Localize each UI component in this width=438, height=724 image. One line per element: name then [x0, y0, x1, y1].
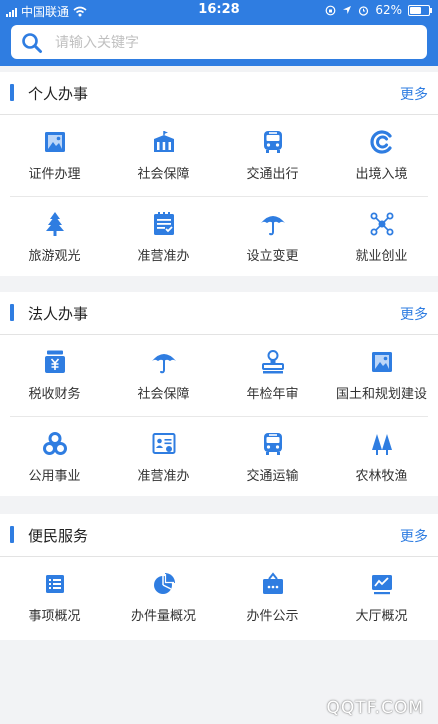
section-legal: 法人办事 更多 税收财务 社会保障 年检年审 国土和规划建设 公用事业 准营准办…	[0, 292, 438, 496]
grid-item-label: 旅游观光	[28, 249, 81, 264]
list-icon	[46, 575, 64, 593]
more-link[interactable]: 更多	[400, 304, 428, 324]
grid-item-permits-legal[interactable]: 准营准办	[109, 417, 218, 499]
grid-item-social-security-legal[interactable]: 社会保障	[109, 335, 218, 417]
search-icon	[22, 33, 42, 53]
grid-item-label: 税收财务	[28, 387, 81, 402]
grid-item-employment[interactable]: 就业创业	[327, 197, 436, 279]
battery-icon	[408, 4, 432, 16]
stamp-icon	[262, 350, 284, 374]
umbrella-icon	[261, 216, 285, 236]
grid-item-overview[interactable]: 事项概况	[0, 557, 109, 639]
battery-percent: 62%	[375, 3, 402, 17]
grid-item-label: 社会保障	[137, 387, 190, 402]
section-personal: 个人办事 更多 证件办理 社会保障 交通出行 出境入境 旅游观光 准营准办 设立…	[0, 72, 438, 276]
tax-icon	[45, 350, 65, 373]
location-icon	[343, 6, 352, 14]
grid-item-transport[interactable]: 交通出行	[218, 115, 327, 197]
exit-entry-icon	[370, 130, 392, 154]
grid-item-label: 年检年审	[246, 387, 299, 402]
watermark: QQTF.COM	[326, 698, 424, 718]
network-icon	[370, 212, 394, 236]
grid-item-tourism[interactable]: 旅游观光	[0, 197, 109, 279]
rings-icon	[43, 432, 67, 455]
grid-item-social-security[interactable]: 社会保障	[109, 115, 218, 197]
section-header: 法人办事 更多	[0, 292, 438, 335]
grid-item-label: 国土和规划建设	[335, 387, 427, 402]
grid-item-permits[interactable]: 准营准办	[109, 197, 218, 279]
section-title: 个人办事	[28, 85, 89, 103]
grid-item-label: 准营准办	[137, 469, 190, 484]
section-title: 法人办事	[28, 305, 89, 323]
bus-icon	[264, 131, 282, 153]
bus-icon	[264, 433, 282, 455]
section-header: 便民服务 更多	[0, 514, 438, 557]
more-link[interactable]: 更多	[400, 526, 428, 546]
section-header: 个人办事 更多	[0, 72, 438, 115]
certificate-icon	[152, 433, 176, 454]
landscape-icon	[372, 352, 392, 372]
building-icon	[154, 131, 174, 152]
search-box[interactable]	[11, 25, 427, 59]
grid-item-label: 办件量概况	[130, 609, 196, 624]
grid-item-agriculture[interactable]: 农林牧渔	[327, 417, 436, 499]
grid-item-label: 交通运输	[246, 469, 299, 484]
grid-item-label: 设立变更	[246, 249, 299, 264]
search-input[interactable]	[53, 31, 417, 55]
status-bar: 中国联通 16:28 62%	[0, 0, 438, 20]
grid-item-label: 社会保障	[137, 167, 190, 182]
grid-item-label: 证件办理	[28, 167, 81, 182]
search-bar	[0, 20, 438, 66]
checklist-icon	[154, 212, 174, 235]
grid-item-case-volume[interactable]: 办件量概况	[109, 557, 218, 639]
umbrella-icon	[152, 354, 176, 374]
grid-item-label: 大厅概况	[355, 609, 408, 624]
grid-item-label: 出境入境	[355, 167, 408, 182]
grid-item-label: 事项概况	[28, 609, 81, 624]
grid-item-label: 公用事业	[28, 469, 81, 484]
pie-chart-icon	[154, 573, 175, 594]
grid-item-utilities[interactable]: 公用事业	[0, 417, 109, 499]
grid-item-label: 交通出行	[246, 167, 299, 182]
grid-item-id-card[interactable]: 证件办理	[0, 115, 109, 197]
grid-item-exit-entry[interactable]: 出境入境	[327, 115, 436, 197]
grid-item-label: 办件公示	[246, 609, 299, 624]
section-title: 便民服务	[28, 527, 89, 545]
notice-box-icon	[263, 572, 283, 594]
tree-icon	[46, 212, 64, 236]
grid-item-tax[interactable]: 税收财务	[0, 335, 109, 417]
grid-item-land-planning[interactable]: 国土和规划建设	[327, 335, 436, 417]
grid-item-label: 准营准办	[137, 249, 190, 264]
orientation-lock-icon	[325, 5, 336, 15]
alarm-icon	[359, 5, 369, 16]
forest-icon	[372, 434, 392, 455]
id-card-icon	[45, 132, 65, 152]
grid-item-case-notice[interactable]: 办件公示	[218, 557, 327, 639]
grid-item-label: 农林牧渔	[355, 469, 408, 484]
grid-item-establish-change[interactable]: 设立变更	[218, 197, 327, 279]
grid-item-transportation[interactable]: 交通运输	[218, 417, 327, 499]
grid-item-annual-review[interactable]: 年检年审	[218, 335, 327, 417]
grid-item-label: 就业创业	[355, 249, 408, 264]
grid-item-hall-overview[interactable]: 大厅概况	[327, 557, 436, 639]
more-link[interactable]: 更多	[400, 84, 428, 104]
section-convenience: 便民服务 更多 事项概况 办件量概况 办件公示 大厅概况	[0, 514, 438, 640]
line-chart-icon	[372, 575, 392, 595]
